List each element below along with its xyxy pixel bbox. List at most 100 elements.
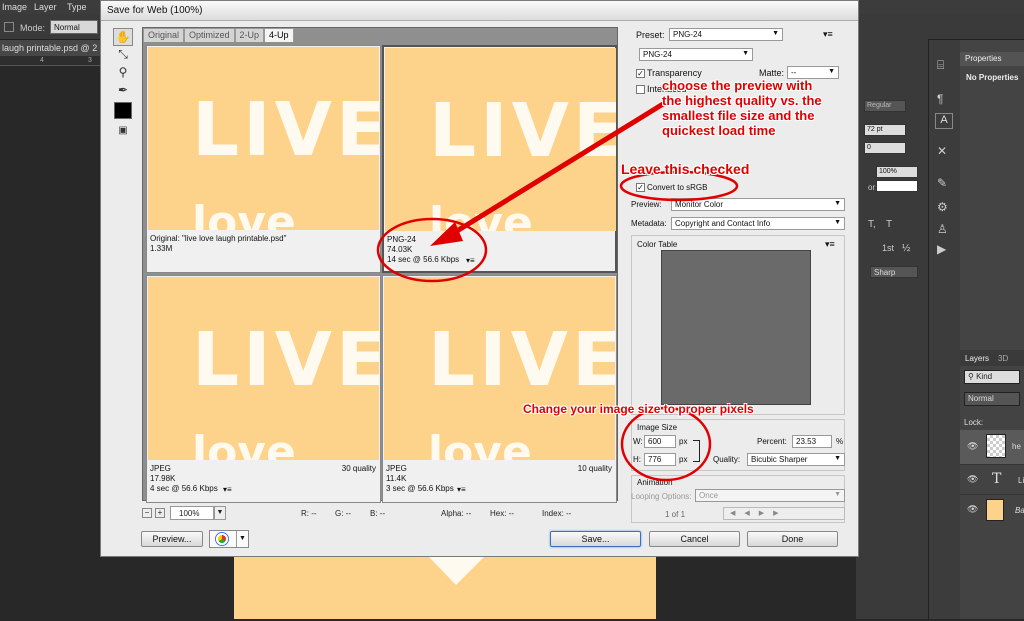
zoom-in-button[interactable]: + bbox=[155, 508, 165, 518]
preview-menu-icon[interactable]: ▾≡ bbox=[457, 485, 612, 494]
looping-value: Once bbox=[699, 491, 719, 500]
tool-preset-icon[interactable] bbox=[4, 22, 14, 32]
color-table-menu-icon[interactable]: ▾≡ bbox=[825, 239, 835, 250]
looping-label: Looping Options: bbox=[631, 492, 692, 501]
tab-3d[interactable]: 3D bbox=[998, 354, 1008, 363]
eyedropper-tool-icon[interactable]: ✒ bbox=[113, 81, 133, 99]
animation-label: Animation bbox=[637, 478, 673, 487]
preview-color-select[interactable]: Monitor Color ▼ bbox=[671, 198, 845, 211]
mode-select[interactable]: Normal bbox=[50, 20, 98, 34]
character-panel: Regular 72 pt 0 100% or: T, T 1st ½ Shar… bbox=[856, 14, 928, 619]
settings-menu-icon[interactable]: ▾≡ bbox=[823, 29, 833, 40]
underline-icon[interactable]: T bbox=[886, 219, 892, 230]
width-input[interactable]: 600 bbox=[644, 435, 676, 448]
preview-cell-original[interactable]: LIVE love Original: "live love laugh prin… bbox=[146, 45, 381, 273]
visibility-eye-icon[interactable]: 👁 bbox=[967, 504, 978, 515]
preview-menu-icon[interactable]: ▾≡ bbox=[223, 485, 376, 494]
text-color-swatch[interactable] bbox=[876, 180, 918, 192]
tracking-select[interactable]: 0 bbox=[864, 142, 906, 154]
preview-image: LIVE love bbox=[384, 277, 615, 460]
layer-filter-select[interactable]: ⚲ Kind bbox=[964, 370, 1020, 384]
layer-name: Ba bbox=[1015, 506, 1024, 515]
tab-original[interactable]: Original bbox=[143, 28, 185, 42]
zoom-input[interactable]: 100% bbox=[170, 506, 214, 520]
eyedropper-color-swatch[interactable] bbox=[114, 102, 132, 119]
done-button[interactable]: Done bbox=[747, 531, 838, 547]
chevron-down-icon[interactable]: ▼ bbox=[214, 506, 226, 520]
animation-controls[interactable]: ◀◀▶▶ bbox=[723, 507, 845, 520]
format-value: PNG-24 bbox=[643, 50, 672, 59]
layer-thumbnail bbox=[986, 434, 1006, 458]
cancel-button[interactable]: Cancel bbox=[649, 531, 740, 547]
tab-optimized[interactable]: Optimized bbox=[184, 28, 235, 42]
layer-thumbnail bbox=[986, 499, 1004, 521]
preview-cell-png24[interactable]: LIVE love PNG-24 74.03K 14 sec @ 56.6 Kbps … bbox=[382, 45, 617, 273]
annotation-line: choose the preview with bbox=[662, 78, 813, 93]
looping-select[interactable]: Once ▼ bbox=[695, 489, 845, 502]
layer-row[interactable]: 👁 T Li bbox=[960, 464, 1024, 494]
preview-cell-jpeg10[interactable]: LIVE love JPEG 11.4K 3 sec @ 56.6 Kbps 10 q… bbox=[382, 275, 617, 503]
menu-layer[interactable]: Layer bbox=[34, 2, 57, 12]
preview-menu-icon[interactable]: ▾≡ bbox=[466, 256, 611, 265]
tools-icon[interactable]: ✕ bbox=[937, 144, 953, 160]
toggle-slices-icon[interactable]: ▣ bbox=[113, 122, 133, 140]
metadata-label: Metadata: bbox=[631, 219, 667, 228]
save-button[interactable]: Save... bbox=[550, 531, 641, 547]
format-select[interactable]: PNG-24 ▼ bbox=[639, 48, 753, 61]
play-icon[interactable]: ▶ bbox=[937, 242, 953, 258]
blend-mode-select[interactable]: Normal bbox=[964, 392, 1020, 406]
menu-type[interactable]: Type bbox=[67, 2, 87, 12]
panel-icon-strip: ⌸ ¶ A ✕ ✎ ⚙ ♙ ▶ bbox=[928, 40, 960, 619]
font-style-select[interactable]: Regular bbox=[864, 100, 906, 112]
ordinal-icon[interactable]: 1st bbox=[882, 243, 894, 253]
tab-4up[interactable]: 4-Up bbox=[264, 28, 294, 42]
tab-layers[interactable]: Layers bbox=[965, 354, 989, 363]
tab-2up[interactable]: 2-Up bbox=[234, 28, 265, 42]
ruler-mark: 4 bbox=[40, 57, 44, 64]
menu-image[interactable]: Image bbox=[2, 2, 27, 12]
convert-srgb-checkbox[interactable]: ✓ bbox=[636, 183, 645, 192]
metadata-select[interactable]: Copyright and Contact Info ▼ bbox=[671, 217, 845, 230]
caption-line: 11.4K bbox=[386, 474, 407, 483]
layer-row[interactable]: 👁 he bbox=[960, 430, 1024, 464]
transparency-checkbox[interactable]: ✓ bbox=[636, 69, 645, 78]
caption-line: PNG-24 bbox=[387, 235, 416, 244]
height-input[interactable]: 776 bbox=[644, 453, 676, 466]
antialias-select[interactable]: Sharp bbox=[870, 266, 918, 278]
subscript-icon[interactable]: T, bbox=[868, 219, 876, 230]
zoom-tool-icon[interactable]: ⚲ bbox=[113, 63, 133, 81]
percent-input[interactable]: 23.53 bbox=[792, 435, 832, 448]
preset-select[interactable]: PNG-24 ▼ bbox=[669, 28, 783, 41]
scale-input[interactable]: 100% bbox=[876, 166, 918, 178]
browser-icon bbox=[216, 533, 228, 545]
hand-tool-icon[interactable]: ✋ bbox=[113, 28, 133, 46]
percent-label: Percent: bbox=[757, 437, 787, 446]
constrain-proportions-link-icon[interactable] bbox=[693, 440, 700, 462]
visibility-eye-icon[interactable]: 👁 bbox=[967, 474, 978, 485]
color-table-swatches[interactable] bbox=[661, 250, 811, 405]
fraction-icon[interactable]: ½ bbox=[902, 243, 910, 254]
layers-tabs: Layers 3D bbox=[960, 350, 1024, 366]
matte-value: -- bbox=[791, 68, 797, 77]
clone-icon[interactable]: ♙ bbox=[937, 222, 953, 238]
layers-panel: Layers 3D ⚲ Kind Normal Lock: 👁 he 👁 T L… bbox=[960, 350, 1024, 619]
zoom-out-button[interactable]: − bbox=[142, 508, 152, 518]
browser-select[interactable]: ▼ bbox=[209, 530, 249, 548]
brush-icon[interactable]: ✎ bbox=[937, 176, 953, 192]
paragraph-icon[interactable]: ¶ bbox=[937, 92, 953, 108]
visibility-eye-icon[interactable]: 👁 bbox=[967, 441, 978, 452]
preview-button[interactable]: Preview... bbox=[141, 531, 203, 547]
document-tab[interactable]: laugh printable.psd @ 2 bbox=[0, 40, 100, 56]
history-icon[interactable]: ⌸ bbox=[937, 58, 953, 74]
font-size-select[interactable]: 72 pt bbox=[864, 124, 906, 136]
text-layer-icon: T bbox=[992, 471, 1002, 487]
interlaced-checkbox[interactable] bbox=[636, 85, 645, 94]
slice-select-tool-icon[interactable]: ⤡ bbox=[113, 45, 133, 63]
layer-row[interactable]: 👁 Ba bbox=[960, 494, 1024, 524]
adjustments-icon[interactable]: ⚙ bbox=[937, 200, 953, 216]
preview-cell-jpeg30[interactable]: LIVE love JPEG 17.98K 4 sec @ 56.6 Kbps 30 … bbox=[146, 275, 381, 503]
annotation-line: smallest file size and the bbox=[662, 108, 815, 123]
resample-quality-select[interactable]: Bicubic Sharper ▼ bbox=[747, 453, 845, 466]
character-icon[interactable]: A bbox=[935, 113, 953, 129]
properties-tab[interactable]: Properties bbox=[960, 52, 1024, 66]
